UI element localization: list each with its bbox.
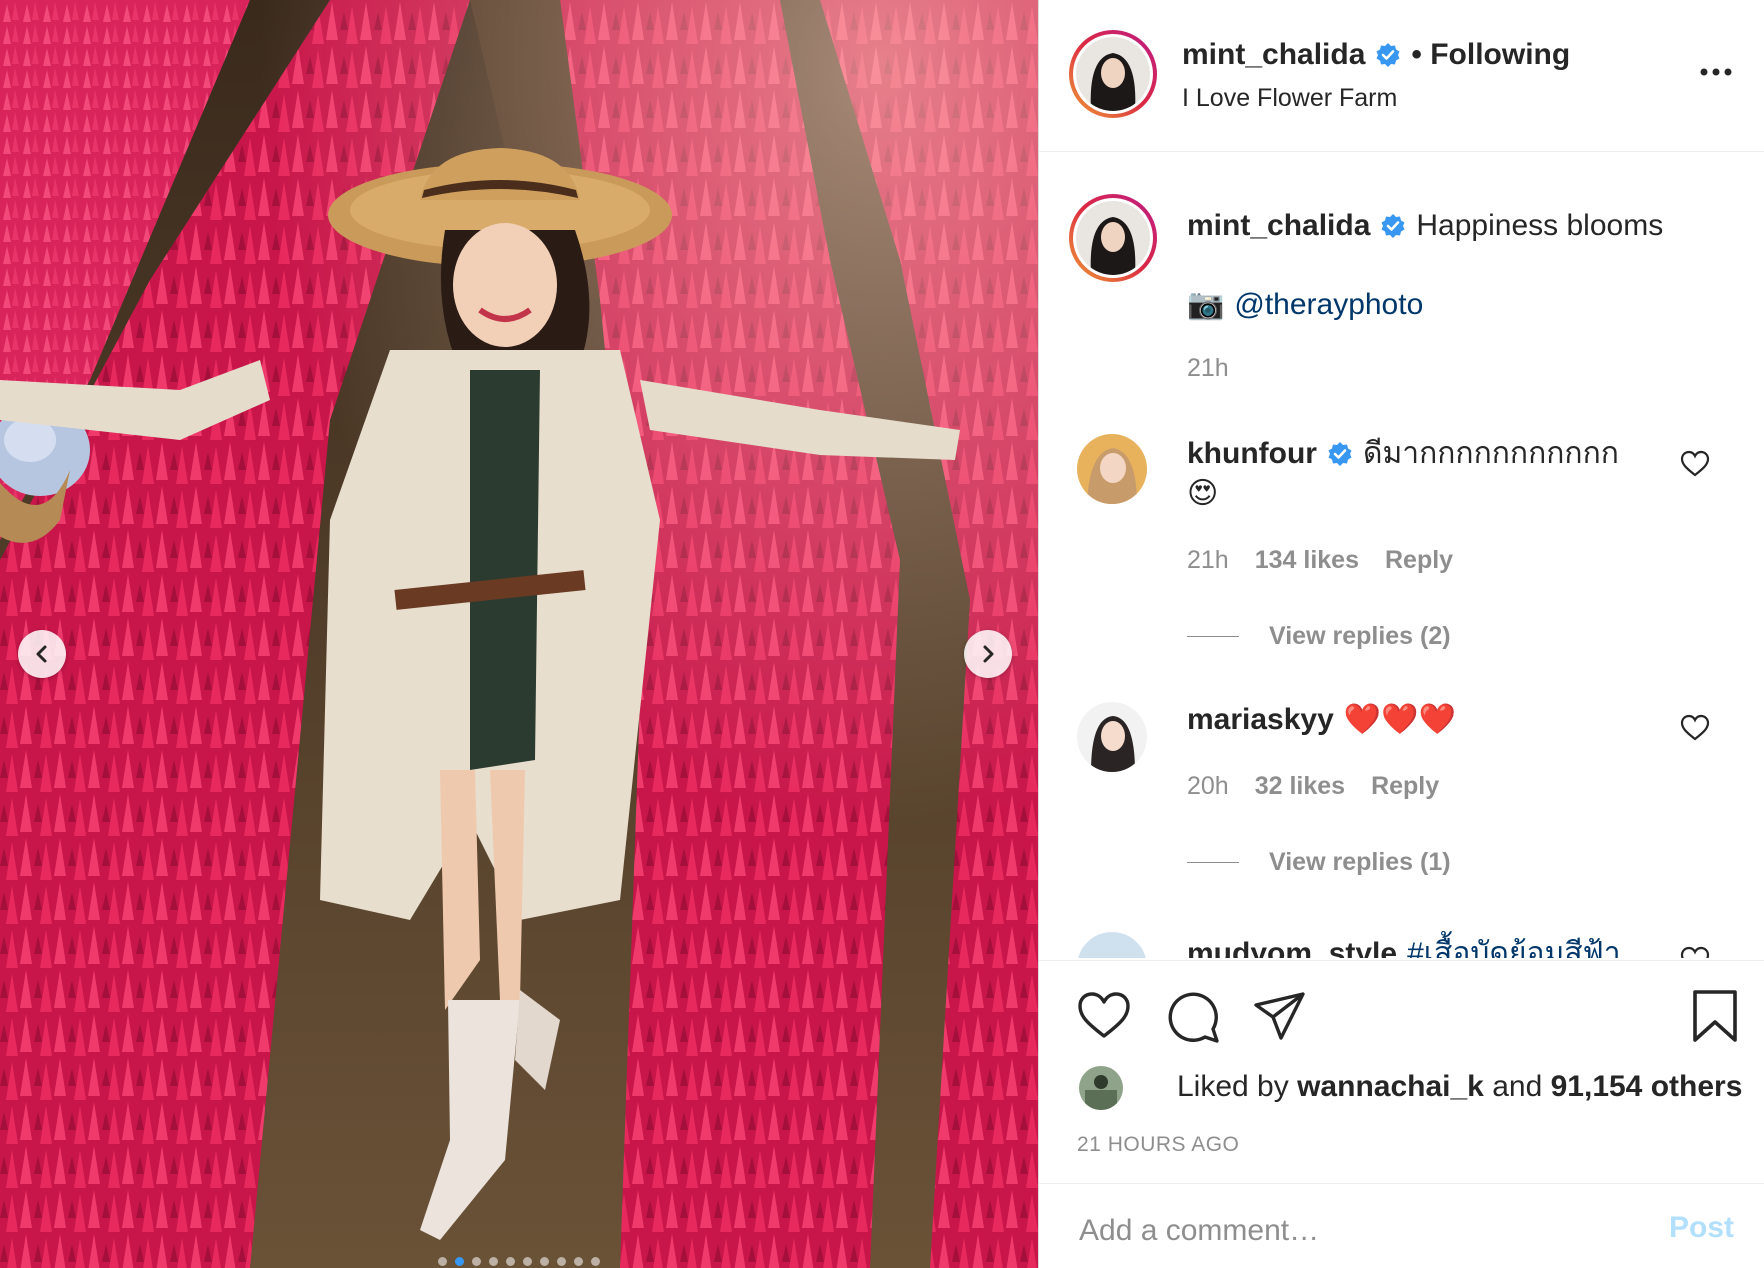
location-link[interactable]: I Love Flower Farm <box>1182 84 1397 113</box>
liked-by-and: and <box>1492 1070 1543 1103</box>
commenter-avatar-image <box>1077 434 1147 504</box>
comment-like-heart-icon[interactable] <box>1680 450 1710 478</box>
following-status[interactable]: • Following <box>1411 38 1570 72</box>
post-timestamp[interactable]: 21 HOURS AGO <box>1077 1133 1239 1157</box>
add-comment-bar: Post <box>1039 1183 1764 1268</box>
comment-icon[interactable] <box>1167 991 1221 1043</box>
bookmark-icon[interactable] <box>1691 989 1739 1043</box>
caption-username[interactable]: mint_chalida <box>1187 206 1370 246</box>
more-horizontal-icon[interactable] <box>1698 62 1734 82</box>
caption-avatar-image <box>1076 201 1150 275</box>
caption-avatar[interactable] <box>1069 194 1157 282</box>
view-replies-label: View replies (1) <box>1269 848 1451 876</box>
author-avatar-image <box>1076 37 1150 111</box>
commenter-avatar-image <box>1077 932 1147 958</box>
post-comment-button[interactable]: Post <box>1663 1210 1740 1246</box>
carousel-dot <box>472 1257 481 1266</box>
carousel-prev-button[interactable] <box>18 630 66 678</box>
verified-badge-icon <box>1376 43 1400 67</box>
comment-emoji: 😍 <box>1187 477 1219 510</box>
post-photo[interactable] <box>0 0 1038 1268</box>
camera-emoji: 📷 <box>1187 288 1225 321</box>
commenter-avatar[interactable] <box>1077 702 1147 772</box>
flower-field-image <box>0 0 1038 1268</box>
chevron-right-icon <box>983 645 994 663</box>
comment-text: ❤️❤️❤️ <box>1343 703 1456 736</box>
liked-by-text[interactable]: Liked by wannachai_k and 91,154 others <box>1177 1070 1742 1104</box>
comment-username[interactable]: mariaskyy <box>1187 700 1334 740</box>
caption-time[interactable]: 21h <box>1187 354 1229 383</box>
comment-like-heart-icon[interactable] <box>1680 946 1710 958</box>
comment-time[interactable]: 20h <box>1187 772 1229 801</box>
carousel-dot <box>489 1257 498 1266</box>
chevron-left-icon <box>36 645 47 663</box>
carousel-dot <box>523 1257 532 1266</box>
likes-count-link[interactable]: 91,154 others <box>1551 1070 1743 1103</box>
commenter-avatar[interactable] <box>1077 932 1147 958</box>
comment-reply-button[interactable]: Reply <box>1371 772 1439 801</box>
comment-username[interactable]: khunfour <box>1187 434 1317 474</box>
share-icon[interactable] <box>1253 991 1307 1041</box>
verified-badge-icon <box>1381 214 1405 238</box>
comment-time[interactable]: 21h <box>1187 546 1229 575</box>
liked-by-user-link[interactable]: wannachai_k <box>1297 1070 1484 1103</box>
comment-hashtag-link[interactable]: #เสื้อบัดย้อมสีฟ้า <box>1407 934 1621 958</box>
caption-mention-link[interactable]: @therayphoto <box>1234 285 1423 325</box>
comment-meta: 20h 32 likes Reply <box>1187 772 1439 801</box>
caption-text: Happiness blooms <box>1416 209 1664 242</box>
commenter-avatar[interactable] <box>1077 434 1147 504</box>
liker-avatar[interactable] <box>1079 1066 1123 1110</box>
comment-text: ดีมากกกกกกกกกกก <box>1362 437 1619 470</box>
carousel-dot <box>591 1257 600 1266</box>
comment-input[interactable] <box>1077 1208 1641 1254</box>
carousel-dot <box>455 1257 464 1266</box>
view-replies-button[interactable]: View replies (1) <box>1187 848 1451 877</box>
carousel-dot <box>574 1257 583 1266</box>
replies-divider <box>1187 636 1239 637</box>
replies-divider <box>1187 862 1239 863</box>
author-username[interactable]: mint_chalida <box>1182 38 1365 72</box>
comment-username[interactable]: mudyom_style <box>1187 934 1397 958</box>
carousel-dot <box>557 1257 566 1266</box>
liker-avatar-image <box>1079 1066 1123 1110</box>
post-header: mint_chalida • Following I Love Flower F… <box>1039 0 1764 152</box>
comment-like-heart-icon[interactable] <box>1680 714 1710 742</box>
heart-icon[interactable] <box>1077 991 1131 1041</box>
carousel-dot <box>438 1257 447 1266</box>
carousel-next-button[interactable] <box>964 630 1012 678</box>
liked-by-prefix: Liked by <box>1177 1070 1289 1103</box>
caption-meta: 21h <box>1187 354 1229 383</box>
carousel-dots <box>0 1257 1038 1266</box>
view-replies-button[interactable]: View replies (2) <box>1187 622 1451 651</box>
commenter-avatar-image <box>1077 702 1147 772</box>
verified-badge-icon <box>1328 442 1352 466</box>
comment-likes[interactable]: 134 likes <box>1255 546 1359 575</box>
comments-list[interactable]: mint_chalida Happiness blooms 📷 @therayp… <box>1039 152 1764 958</box>
author-avatar[interactable] <box>1069 30 1157 118</box>
post-side-panel: mint_chalida • Following I Love Flower F… <box>1038 0 1764 1268</box>
comment-meta: 21h 134 likes Reply <box>1187 546 1453 575</box>
comment-likes[interactable]: 32 likes <box>1255 772 1345 801</box>
carousel-dot <box>540 1257 549 1266</box>
comment-reply-button[interactable]: Reply <box>1385 546 1453 575</box>
view-replies-label: View replies (2) <box>1269 622 1451 650</box>
carousel-dot <box>506 1257 515 1266</box>
